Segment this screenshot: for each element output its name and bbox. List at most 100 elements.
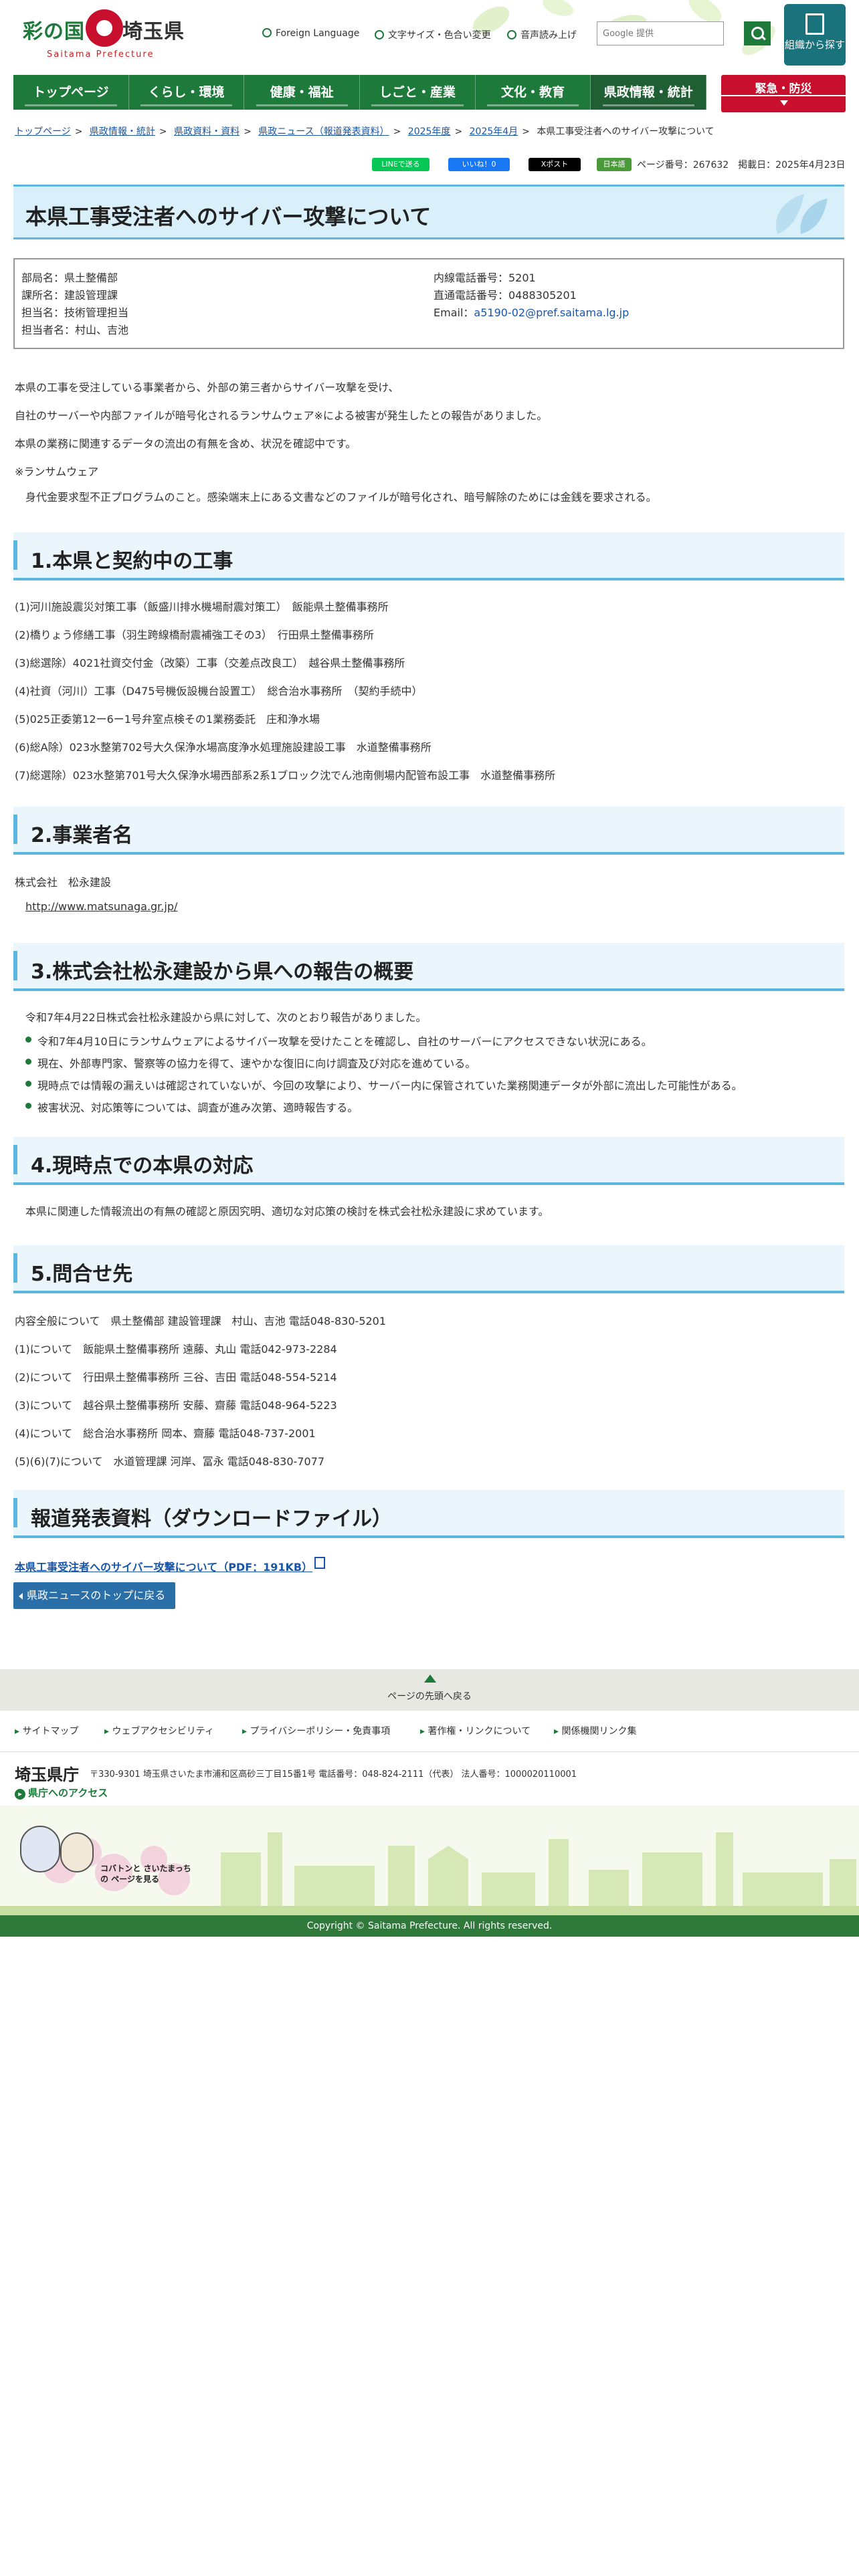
- line-share-button[interactable]: LINEで送る: [372, 158, 430, 171]
- inquiry-item: 内容全般について 県土整備部 建設管理課 村山、吉池 電話048-830-520…: [15, 1315, 387, 1327]
- book-icon: [805, 13, 824, 35]
- list-item: 現時点では情報の漏えいは確認されていないが、今回の攻撃により、サーバー内に保管さ…: [25, 1077, 743, 1093]
- back-to-top-button[interactable]: ページの先頭へ戻る: [0, 1669, 859, 1711]
- mascot-page-link[interactable]: コバトンと さいたまっちの ページを見る: [100, 1863, 194, 1885]
- mascot-kobaton[interactable]: [20, 1826, 60, 1872]
- section-heading: 3.株式会社松永建設から県への報告の概要: [13, 943, 844, 991]
- page-title-box: 本県工事受注者へのサイバー攻撃について: [13, 185, 844, 239]
- inquiry-item: (5)(6)(7)について 水道管理課 河岸、冨永 電話048-830-7077: [15, 1455, 325, 1468]
- nav-work[interactable]: しごと・産業: [360, 75, 476, 110]
- back-to-news-button[interactable]: 県政ニュースのトップに戻る: [13, 1582, 175, 1609]
- search-button[interactable]: [744, 21, 771, 45]
- city-skyline-illustration: [0, 1806, 859, 1915]
- intro-text: 自社のサーバーや内部ファイルが暗号化されるランサムウェア※による被害が発生したと…: [15, 409, 548, 422]
- contact-direct: 直通電話番号：0488305201: [434, 289, 577, 302]
- footer-link-related[interactable]: 関係機関リンク集: [554, 1724, 636, 1737]
- section-heading: 4.現時点での本県の対応: [13, 1137, 844, 1185]
- breadcrumb-link[interactable]: 県政資料・資料: [174, 126, 240, 137]
- leaf-icon: [776, 194, 828, 234]
- list-item: (1)河川施設震災対策工事（飯盛川排水機場耐震対策工） 飯能県土整備事務所: [15, 601, 389, 613]
- section-heading: 5.問合せ先: [13, 1245, 844, 1293]
- foreign-language-link[interactable]: Foreign Language: [262, 28, 359, 39]
- contact-ext: 内線電話番号：5201: [434, 272, 536, 284]
- nav-living[interactable]: くらし・環境: [129, 75, 245, 110]
- contact-section: 課所名：建設管理課: [21, 289, 118, 302]
- inquiry-item: (4)について 総合治水事務所 岡本、齋藤 電話048-737-2001: [15, 1427, 316, 1440]
- text-size-color-link[interactable]: 文字サイズ・色合い変更: [375, 28, 491, 41]
- list-item: 現在、外部専門家、警察等の協力を得て、速やかな復旧に向け調査及び対応を進めている…: [25, 1055, 743, 1071]
- email-link[interactable]: a5190-02@pref.saitama.lg.jp: [474, 306, 629, 319]
- footer-link-copyright[interactable]: 著作権・リンクについて: [420, 1724, 531, 1737]
- global-nav: トップページ くらし・環境 健康・福祉 しごと・産業 文化・教育 県政情報・統計: [13, 75, 707, 110]
- contact-person: 担当者名：村山、吉池: [21, 324, 129, 336]
- list-item: (6)総A除）023水整第702号大久保浄水場高度浄水処理施設建設工事 水道整備…: [15, 741, 432, 754]
- footer-link-sitemap[interactable]: サイトマップ: [15, 1724, 78, 1737]
- contact-team: 担当名：技術管理担当: [21, 306, 129, 319]
- list-item: 令和7年4月10日にランサムウェアによるサイバー攻撃を受けたことを確認し、自社の…: [25, 1033, 743, 1049]
- intro-text: 本県の業務に関連するデータの流出の有無を含め、状況を確認中です。: [15, 437, 357, 450]
- contact-email-row: Email：a5190-02@pref.saitama.lg.jp: [434, 306, 630, 319]
- site-logo[interactable]: 彩の国 埼玉県: [23, 15, 185, 44]
- text-size-icon: [375, 30, 384, 39]
- list-item: (5)025正委第12ー6ー1号弁室点検その1業務委託 庄和浄水場: [15, 713, 320, 726]
- breadcrumb-link[interactable]: 県政情報・統計: [90, 126, 155, 137]
- breadcrumb-link[interactable]: 2025年4月: [470, 126, 518, 137]
- read-aloud-link[interactable]: 音声読み上げ: [507, 28, 577, 41]
- list-item: (4)社資（河川）工事（D475号機仮設機台設置工） 総合治水事務所 （契約手続…: [15, 685, 423, 697]
- section-heading: 2.事業者名: [13, 807, 844, 855]
- report-list: 令和7年4月10日にランサムウェアによるサイバー攻撃を受けたことを確認し、自社の…: [25, 1033, 743, 1121]
- page-meta: ページ番号：267632 掲載日：2025年4月23日: [637, 160, 846, 171]
- access-link[interactable]: 県庁へのアクセス: [15, 1786, 108, 1800]
- contact-dept: 部局名：県土整備部: [21, 272, 118, 284]
- breadcrumb-link[interactable]: 県政ニュース（報道発表資料）: [258, 126, 389, 137]
- mascot-saitamacchi[interactable]: [60, 1832, 94, 1872]
- site-header: 彩の国 埼玉県 Saitama Prefecture Foreign Langua…: [0, 0, 859, 72]
- contact-box: 部局名：県土整備部 課所名：建設管理課 担当名：技術管理担当 担当者名：村山、吉…: [13, 258, 844, 349]
- page-title: 本県工事受注者へのサイバー攻撃について: [25, 204, 432, 229]
- section-heading: 報道発表資料（ダウンロードファイル）: [13, 1490, 844, 1538]
- breadcrumb-link[interactable]: トップページ: [15, 126, 71, 137]
- chevron-down-icon: [780, 100, 788, 106]
- inquiry-item: (1)について 飯能県土整備事務所 遠藤、丸山 電話042-973-2284: [15, 1343, 337, 1356]
- footer-links: サイトマップ ウェブアクセシビリティ プライバシーポリシー・免責事項 著作権・リ…: [0, 1711, 859, 1752]
- nav-culture[interactable]: 文化・教育: [476, 75, 591, 110]
- search-input[interactable]: [597, 22, 723, 45]
- footer-link-accessibility[interactable]: ウェブアクセシビリティ: [104, 1724, 213, 1737]
- list-item: (7)総選除）023水整第701号大久保浄水場西部系2系1ブロック沈でん池南側場…: [15, 769, 556, 782]
- footer-link-privacy[interactable]: プライバシーポリシー・免責事項: [242, 1724, 390, 1737]
- nav-health[interactable]: 健康・福祉: [244, 75, 361, 110]
- breadcrumb-current: 本県工事受注者へのサイバー攻撃について: [537, 126, 714, 137]
- pdf-download-link[interactable]: 本県工事受注者へのサイバー攻撃について（PDF：191KB）: [15, 1558, 312, 1574]
- site-logo-sub: Saitama Prefecture: [47, 49, 155, 60]
- footer-scenery: コバトンと さいたまっちの ページを見る: [0, 1806, 859, 1915]
- report-lead: 令和7年4月22日株式会社松永建設から県に対して、次のとおり報告がありました。: [25, 1011, 427, 1024]
- copyright: Copyright © Saitama Prefecture. All righ…: [0, 1915, 859, 1937]
- emergency-button[interactable]: 緊急・防災: [721, 75, 846, 112]
- footer-address: 〒330-9301 埼玉県さいたま市浦和区高砂三丁目15番1号 電話番号：048…: [90, 1769, 577, 1780]
- breadcrumb: トップページ > 県政情報・統計 > 県政資料・資料 > 県政ニュース（報道発表資料）…: [15, 126, 714, 137]
- org-search-button[interactable]: 組織から探す: [784, 4, 846, 66]
- facebook-like-button[interactable]: いいね！0: [448, 158, 510, 171]
- pdf-icon: [314, 1557, 325, 1569]
- inquiry-item: (3)について 越谷県土整備事務所 安藤、齋藤 電話048-964-5223: [15, 1399, 337, 1412]
- divider: [721, 95, 846, 96]
- list-item: (2)橋りょう修繕工事（羽生跨線橋耐震補強工その3） 行田県土整備事務所: [15, 629, 374, 641]
- search-box: [597, 21, 724, 45]
- nav-prefecture-info[interactable]: 県政情報・統計: [591, 75, 707, 110]
- intro-note: 身代金要求型不正プログラムのこと。感染端末上にある文書などのファイルが暗号化され…: [25, 491, 657, 504]
- footer-org-name: 埼玉県庁: [15, 1765, 79, 1784]
- chevron-up-icon: [424, 1675, 436, 1683]
- nav-top[interactable]: トップページ: [13, 75, 129, 110]
- breadcrumb-link[interactable]: 2025年度: [408, 126, 451, 137]
- intro-text: ※ランサムウェア: [15, 465, 99, 478]
- x-post-button[interactable]: Xポスト: [529, 158, 581, 171]
- list-item: 被害状況、対応策等については、調査が進み次第、適時報告する。: [25, 1099, 743, 1115]
- translate-button[interactable]: 日本語: [597, 158, 632, 171]
- inquiry-item: (2)について 行田県土整備事務所 三谷、吉田 電話048-554-5214: [15, 1371, 337, 1384]
- company-url-link[interactable]: http://www.matsunaga.gr.jp/: [25, 900, 177, 913]
- list-item: (3)総選除）4021社資交付金（改築）工事（交差点改良工） 越谷県土整備事務所: [15, 657, 405, 669]
- company-name: 株式会社 松永建設: [15, 876, 112, 889]
- globe-icon: [262, 28, 272, 37]
- section-heading: 1.本県と契約中の工事: [13, 532, 844, 580]
- speaker-icon: [507, 30, 516, 39]
